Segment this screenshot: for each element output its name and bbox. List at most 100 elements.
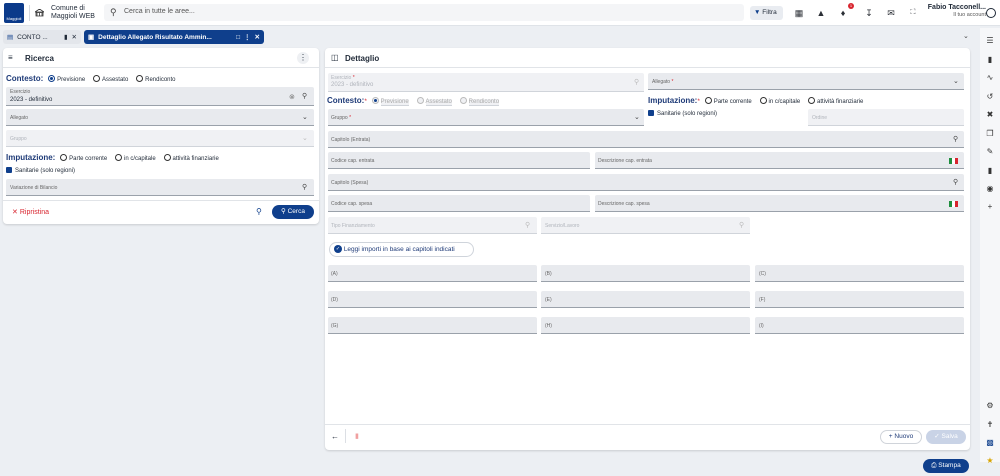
- list-icon[interactable]: ☰: [985, 36, 995, 46]
- allegato-select[interactable]: [648, 73, 964, 90]
- leggi-label: Leggi importi in base ai capitoli indica…: [343, 246, 455, 253]
- radio-parte-corrente[interactable]: Parte corrente: [704, 96, 758, 105]
- mail-icon[interactable]: ✉: [884, 6, 898, 20]
- radio-rendiconto: Rendiconto: [459, 96, 505, 106]
- grid-apps-icon[interactable]: ▦: [792, 6, 806, 20]
- warning-icon[interactable]: ▲: [814, 6, 828, 20]
- required-mark: *: [671, 79, 674, 85]
- required-mark: *: [349, 115, 352, 121]
- delete-icon[interactable]: ▮: [355, 432, 359, 440]
- radio-previsione[interactable]: Previsione: [48, 74, 91, 83]
- divider: [29, 5, 30, 21]
- chevron-down-icon[interactable]: ⌄: [963, 32, 969, 40]
- checkbox-icon: [6, 167, 12, 174]
- italy-flag-icon[interactable]: [949, 201, 958, 207]
- radio-rendiconto[interactable]: Rendiconto: [136, 74, 181, 83]
- pin-icon[interactable]: ▮: [64, 33, 68, 41]
- search-icon[interactable]: ⚲: [302, 183, 307, 191]
- fullscreen-icon[interactable]: ⛶: [906, 6, 920, 20]
- field-label: Capitolo (Spesa): [331, 180, 369, 186]
- clear-icon[interactable]: ⊗: [289, 93, 295, 101]
- more-icon[interactable]: ⋮: [244, 33, 251, 41]
- search-icon[interactable]: ⚲: [302, 92, 307, 100]
- field-label: Allegato *: [652, 79, 673, 85]
- search-button[interactable]: ⚲ Cerca: [272, 205, 314, 219]
- radio-parte-corrente[interactable]: Parte corrente: [60, 153, 113, 162]
- importo-f-field[interactable]: [755, 291, 964, 308]
- field-label: Allegato: [10, 115, 29, 121]
- imputazione-label: Imputazione:: [6, 153, 56, 162]
- importo-h-field[interactable]: [541, 317, 750, 334]
- field-value: 2023 - definitivo: [10, 97, 53, 103]
- italy-flag-icon[interactable]: [949, 158, 958, 164]
- tab-dettaglio-allegato[interactable]: ▣ Dettaglio Allegato Risultato Ammin... …: [84, 30, 264, 44]
- app-logo[interactable]: Maggioli: [4, 3, 24, 23]
- importo-c-field[interactable]: [755, 265, 964, 282]
- back-arrow-icon[interactable]: ←: [331, 432, 339, 441]
- tools-icon[interactable]: ✖: [985, 110, 995, 120]
- sanitarie-checkbox[interactable]: Sanitarie (solo regioni): [6, 167, 75, 174]
- more-options-icon[interactable]: ⋮: [297, 52, 309, 64]
- descrizione-spesa-field[interactable]: [595, 195, 964, 212]
- checkbox-icon: [648, 110, 654, 117]
- radio-capitale[interactable]: in c/capitale: [759, 96, 807, 105]
- leggi-importi-button[interactable]: ✓ Leggi importi in base ai capitoli indi…: [329, 242, 474, 257]
- copy-icon[interactable]: ❐: [985, 129, 995, 139]
- tag-icon[interactable]: ◉: [985, 184, 995, 194]
- radio-assestato[interactable]: Assestato: [92, 74, 134, 83]
- user-account-link[interactable]: Il tuo account: [953, 12, 986, 18]
- stampa-button[interactable]: ⎙ Stampa: [923, 459, 969, 473]
- importo-g-field[interactable]: [328, 317, 537, 334]
- radio-attivita-finanziarie[interactable]: attività finanziarie: [163, 153, 225, 162]
- add-icon[interactable]: +: [985, 202, 995, 212]
- radio-attivita-finanziarie[interactable]: attività finanziarie: [808, 96, 869, 105]
- user-name[interactable]: Fabio Tacconell...: [928, 4, 986, 11]
- search-icon: ⚲: [634, 79, 640, 86]
- edit-icon[interactable]: ✎: [985, 147, 995, 157]
- pin-icon[interactable]: □: [236, 34, 240, 41]
- chart-line-icon[interactable]: ∿: [985, 73, 995, 83]
- gruppo-select[interactable]: [6, 130, 314, 147]
- field-label: Gruppo: [10, 136, 27, 142]
- sanitarie-checkbox[interactable]: Sanitarie (solo regioni): [648, 110, 717, 117]
- tab-label: Dettaglio Allegato Risultato Ammin...: [98, 33, 212, 41]
- global-search-input[interactable]: [104, 4, 744, 21]
- importo-e-field[interactable]: [541, 291, 750, 308]
- close-icon[interactable]: ✕: [72, 33, 77, 41]
- tab-conto[interactable]: ▤ CONTO ... ▮ ✕: [3, 30, 81, 44]
- importo-b-field[interactable]: [541, 265, 750, 282]
- search-icon[interactable]: ⚲: [953, 135, 958, 143]
- filter-button[interactable]: ▼ Filtra: [750, 6, 783, 20]
- file-icon[interactable]: ▮: [985, 166, 995, 176]
- gear-icon[interactable]: ⚙: [985, 401, 995, 411]
- gruppo-select[interactable]: [328, 109, 644, 126]
- importo-i-field[interactable]: [755, 317, 964, 334]
- search-icon[interactable]: ⚲: [953, 178, 958, 186]
- avatar-icon[interactable]: [986, 8, 996, 18]
- book-icon[interactable]: ▮: [985, 55, 995, 65]
- capitolo-spesa-field[interactable]: [328, 174, 964, 191]
- chat-icon[interactable]: ▩: [985, 438, 995, 448]
- field-label: (A): [331, 271, 338, 277]
- radio-label: Previsione: [380, 99, 409, 106]
- allegato-select[interactable]: [6, 109, 314, 126]
- download-icon[interactable]: ↧: [862, 6, 876, 20]
- history-icon[interactable]: ↺: [985, 92, 995, 102]
- nuovo-button[interactable]: + Nuovo: [880, 430, 922, 444]
- municipality-line2: Maggioli WEB: [51, 13, 95, 20]
- radio-capitale[interactable]: in c/capitale: [115, 153, 162, 162]
- importo-a-field[interactable]: [328, 265, 537, 282]
- field-label: Esercizio *: [331, 75, 355, 81]
- municipality-name[interactable]: Comune di Maggioli WEB: [51, 5, 95, 21]
- accessibility-icon[interactable]: ✝: [985, 420, 995, 430]
- radio-assestato: Assestato: [416, 96, 458, 106]
- salva-button[interactable]: ✓ Salva: [926, 430, 966, 444]
- zoom-search-icon[interactable]: ⚲: [256, 207, 262, 216]
- help-icon[interactable]: ★: [985, 456, 995, 466]
- reset-button[interactable]: ✕ Ripristina: [12, 208, 49, 216]
- search-icon: ⚲: [281, 208, 286, 215]
- capitolo-entrata-field[interactable]: [328, 131, 964, 148]
- radio-label: Assestato: [101, 77, 129, 83]
- close-icon[interactable]: ✕: [255, 33, 260, 41]
- importo-d-field[interactable]: [328, 291, 537, 308]
